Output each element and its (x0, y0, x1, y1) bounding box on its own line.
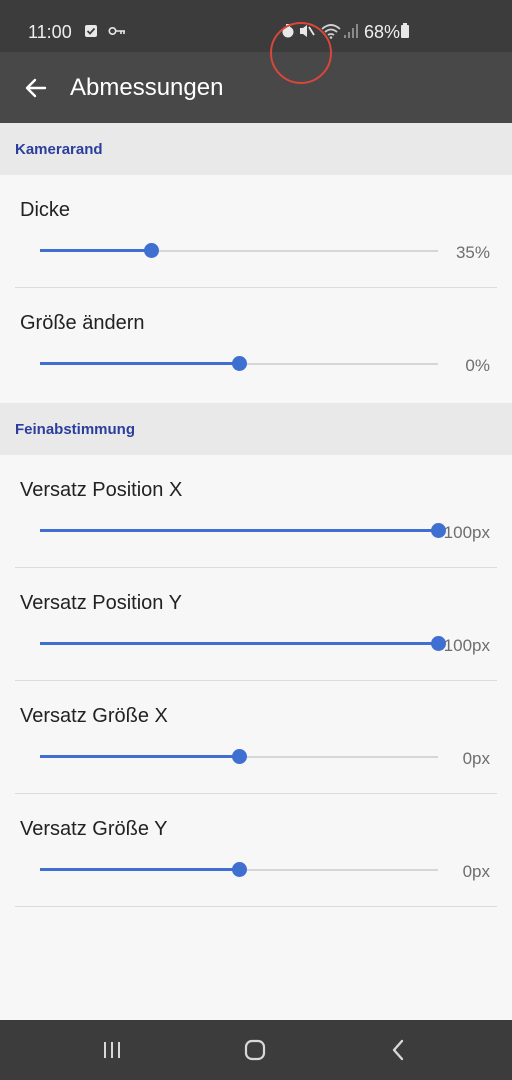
pref-versatz-groesse-y[interactable]: Versatz Größe Y 0px (0, 794, 512, 907)
pref-label: Dicke (20, 199, 71, 221)
slider-thumb[interactable] (232, 862, 247, 877)
slider-fill (40, 755, 239, 758)
slider-fill (40, 362, 239, 365)
pref-label: Versatz Position Y (20, 592, 182, 614)
slider-fill (40, 868, 239, 871)
versatz-position-x-slider[interactable] (40, 521, 446, 541)
pref-versatz-groesse-x[interactable]: Versatz Größe X 0px (0, 681, 512, 794)
versatz-groesse-x-slider[interactable] (40, 747, 438, 767)
slider-fill (40, 642, 438, 645)
status-bar: 11:00 68% (0, 0, 512, 52)
slider-thumb[interactable] (232, 356, 247, 371)
pref-value: 0px (462, 862, 490, 881)
recent-apps-icon (104, 1042, 120, 1058)
nav-back-button[interactable] (378, 1034, 418, 1066)
status-time: 11:00 (28, 22, 72, 42)
signal-icon (343, 22, 359, 40)
page-title: Abmessungen (70, 74, 224, 101)
key-icon (108, 22, 126, 40)
pref-value: 35% (455, 243, 490, 262)
section-header-kamerarand: Kamerarand (0, 123, 512, 175)
task-check-icon (84, 22, 98, 40)
groesse-aendern-slider[interactable] (40, 354, 438, 374)
versatz-groesse-y-slider[interactable] (40, 860, 438, 880)
battery-icon (400, 22, 410, 40)
pref-dicke[interactable]: Dicke 35% (0, 175, 512, 288)
pref-label: Größe ändern (20, 312, 145, 334)
pref-value: 100px (443, 636, 490, 655)
section-title: Kamerarand (15, 141, 103, 158)
home-button[interactable] (235, 1034, 275, 1066)
slider-thumb[interactable] (144, 243, 160, 258)
back-button[interactable] (16, 68, 56, 108)
app-bar: Abmessungen (0, 52, 512, 123)
pref-versatz-position-x[interactable]: Versatz Position X 100px (0, 455, 512, 568)
slider-thumb[interactable] (232, 749, 247, 764)
arrow-left-icon (25, 78, 47, 98)
pref-value: 0px (462, 749, 490, 768)
slider-fill (40, 529, 438, 532)
camera-cutout-ring (270, 22, 332, 84)
section-title: Feinabstimmung (15, 421, 136, 438)
pref-label: Versatz Größe X (20, 705, 168, 727)
home-icon (244, 1039, 266, 1061)
pref-label: Versatz Größe Y (20, 818, 168, 840)
pref-value: 100px (443, 523, 490, 542)
recent-apps-button[interactable] (92, 1034, 132, 1066)
pref-label: Versatz Position X (20, 479, 183, 501)
nav-back-icon (392, 1039, 404, 1061)
dicke-slider[interactable] (40, 241, 438, 261)
slider-fill (40, 249, 152, 252)
pref-value: 0% (465, 356, 490, 375)
divider (15, 906, 497, 907)
system-nav-bar (0, 1020, 512, 1080)
section-header-feinabstimmung: Feinabstimmung (0, 403, 512, 455)
battery-percent: 68% (364, 22, 401, 42)
pref-versatz-position-y[interactable]: Versatz Position Y 100px (0, 568, 512, 681)
pref-groesse-aendern[interactable]: Größe ändern 0% (0, 288, 512, 401)
versatz-position-y-slider[interactable] (40, 634, 446, 654)
